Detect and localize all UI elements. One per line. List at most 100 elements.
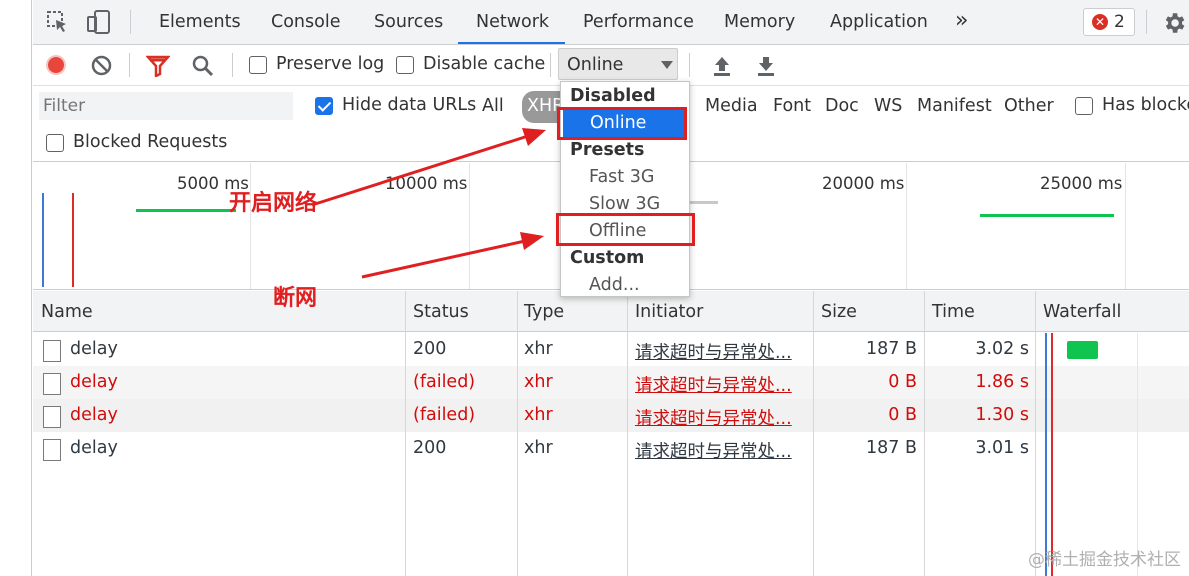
overview-tick-label: 10000 ms — [385, 174, 468, 193]
blocked-requests-checkbox[interactable] — [46, 134, 64, 152]
column-header-initiator[interactable]: Initiator — [635, 302, 703, 322]
column-header-size[interactable]: Size — [821, 302, 857, 322]
waterfall-grid-line — [1137, 333, 1138, 576]
inspect-element-icon[interactable] — [46, 10, 70, 34]
has-blocked-cookies-label: Has blocke — [1102, 95, 1189, 115]
hide-data-urls-label: Hide data URLs — [342, 95, 477, 115]
request-time: 3.02 s — [975, 339, 1029, 359]
column-header-waterfall[interactable]: Waterfall — [1043, 302, 1121, 322]
column-header-type[interactable]: Type — [524, 302, 564, 322]
disable-cache-label: Disable cache — [423, 54, 546, 74]
request-size: 0 B — [888, 372, 917, 392]
menu-item-fast-3g[interactable]: Fast 3G — [561, 164, 689, 191]
watermark: @稀土掘金技术社区 — [1028, 550, 1181, 570]
filter-type-other[interactable]: Other — [1004, 96, 1054, 116]
filter-funnel-icon[interactable] — [145, 55, 171, 79]
network-toolbar: Preserve log Disable cache Online — [33, 45, 1189, 86]
menu-header-disabled: Disabled — [570, 86, 656, 106]
error-count-badge[interactable]: ✕ 2 — [1083, 8, 1135, 36]
disable-cache-checkbox[interactable] — [396, 56, 414, 74]
menu-header-presets: Presets — [570, 140, 645, 160]
request-initiator-link[interactable]: 请求超时与异常处... — [635, 372, 792, 397]
document-icon — [43, 406, 61, 428]
menu-item-add[interactable]: Add... — [561, 272, 689, 299]
record-button[interactable] — [46, 55, 66, 75]
tab-network[interactable]: Network — [476, 12, 549, 32]
export-har-icon[interactable] — [755, 54, 777, 78]
tab-performance[interactable]: Performance — [583, 12, 694, 32]
overview-tick-label: 20000 ms — [822, 174, 905, 193]
device-toolbar-icon[interactable] — [86, 9, 112, 35]
waterfall-dom-content-line — [1045, 333, 1047, 576]
active-tab-indicator — [458, 42, 565, 44]
settings-gear-icon[interactable] — [1161, 10, 1187, 36]
request-status: 200 — [413, 339, 447, 359]
filter-type-all[interactable]: All — [482, 96, 504, 116]
devtools-tabbar: Elements Console Sources Network Perform… — [33, 0, 1189, 45]
table-row[interactable]: delay 200 xhr 请求超时与异常处... 187 B 3.01 s — [33, 432, 1189, 465]
request-initiator-link[interactable]: 请求超时与异常处... — [635, 405, 792, 430]
import-har-icon[interactable] — [711, 54, 733, 78]
more-tabs-button[interactable]: » — [955, 8, 968, 33]
chevron-down-icon — [661, 61, 673, 69]
filter-type-manifest[interactable]: Manifest — [917, 96, 992, 116]
request-type: xhr — [524, 438, 553, 458]
tab-memory[interactable]: Memory — [724, 12, 795, 32]
filter-type-xhr[interactable]: XHR — [522, 91, 564, 123]
annotation-disconnect: 断网 — [273, 286, 318, 311]
request-name: delay — [70, 372, 118, 392]
blocked-requests-label: Blocked Requests — [73, 132, 228, 152]
request-initiator-link[interactable]: 请求超时与异常处... — [635, 339, 792, 364]
request-type: xhr — [524, 339, 553, 359]
filter-type-ws[interactable]: WS — [874, 96, 902, 116]
has-blocked-cookies-checkbox[interactable] — [1075, 97, 1093, 115]
filter-type-font[interactable]: Font — [773, 96, 811, 116]
document-icon — [43, 340, 61, 362]
column-header-name[interactable]: Name — [41, 302, 93, 322]
filter-type-doc[interactable]: Doc — [825, 96, 859, 116]
request-size: 0 B — [888, 405, 917, 425]
request-name: delay — [70, 339, 118, 359]
tab-console[interactable]: Console — [271, 12, 340, 32]
request-size: 187 B — [866, 339, 917, 359]
tab-application[interactable]: Application — [830, 12, 928, 32]
tab-elements[interactable]: Elements — [159, 12, 241, 32]
clear-icon[interactable] — [91, 55, 112, 76]
table-row[interactable]: delay (failed) xhr 请求超时与异常处... 0 B 1.86 … — [33, 366, 1189, 399]
waterfall-load-line — [1051, 333, 1053, 576]
overview-tick-label: 25000 ms — [1040, 174, 1123, 193]
request-status: (failed) — [413, 405, 476, 425]
request-name: delay — [70, 405, 118, 425]
filter-input[interactable] — [39, 92, 293, 120]
error-icon: ✕ — [1092, 14, 1108, 30]
request-name: delay — [70, 438, 118, 458]
preserve-log-checkbox[interactable] — [249, 56, 267, 74]
throttling-value: Online — [567, 55, 624, 75]
overview-request-bar — [136, 209, 236, 212]
left-gutter — [0, 0, 32, 576]
table-row[interactable]: delay (failed) xhr 请求超时与异常处... 0 B 1.30 … — [33, 399, 1189, 432]
offline-highlight-box — [556, 213, 695, 246]
overview-dom-content-line — [42, 193, 44, 287]
hide-data-urls-checkbox[interactable] — [315, 97, 333, 115]
search-icon[interactable] — [191, 54, 215, 78]
menu-header-custom: Custom — [570, 248, 645, 268]
table-row[interactable]: delay 200 xhr 请求超时与异常处... 187 B 3.02 s — [33, 333, 1189, 366]
document-icon — [43, 373, 61, 395]
request-initiator-link[interactable]: 请求超时与异常处... — [635, 438, 792, 463]
throttling-select[interactable]: Online — [558, 48, 678, 80]
preserve-log-label: Preserve log — [276, 54, 385, 74]
column-header-time[interactable]: Time — [932, 302, 975, 322]
request-time: 1.30 s — [975, 405, 1029, 425]
request-time: 3.01 s — [975, 438, 1029, 458]
waterfall-bar — [1067, 341, 1098, 359]
request-time: 1.86 s — [975, 372, 1029, 392]
request-type: xhr — [524, 372, 553, 392]
request-type: xhr — [524, 405, 553, 425]
request-status: (failed) — [413, 372, 476, 392]
tab-sources[interactable]: Sources — [374, 12, 443, 32]
column-header-status[interactable]: Status — [413, 302, 469, 322]
overview-load-line — [72, 193, 74, 287]
filter-type-media[interactable]: Media — [705, 96, 758, 116]
online-highlight-box — [557, 107, 687, 140]
